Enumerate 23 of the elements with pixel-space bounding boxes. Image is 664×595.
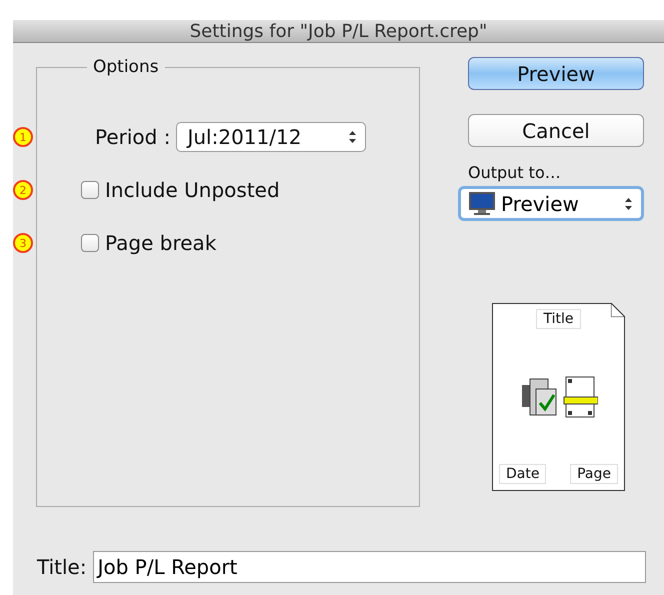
updown-arrows-icon xyxy=(624,196,633,210)
updown-arrows-icon xyxy=(348,130,358,144)
period-label: Period : xyxy=(95,124,170,148)
output-select[interactable]: Preview xyxy=(458,186,644,221)
checkbox[interactable] xyxy=(81,234,99,252)
cancel-button[interactable]: Cancel xyxy=(468,114,644,147)
number-marker: 1 xyxy=(13,127,33,147)
footer-page: Page xyxy=(570,464,618,484)
output-label: Output to… xyxy=(468,163,562,182)
preview-button[interactable]: Preview xyxy=(468,57,644,90)
title-label: Title: xyxy=(37,555,87,579)
title-input[interactable]: Job P/L Report xyxy=(92,551,646,583)
checkbox[interactable] xyxy=(81,180,99,198)
footer-date: Date xyxy=(499,464,546,484)
checkbox-label: Page break xyxy=(105,230,216,254)
window-title: Settings for "Job P/L Report.crep" xyxy=(13,20,664,43)
checkbox-label: Include Unposted xyxy=(105,178,280,202)
period-select[interactable]: Jul:2011/12 xyxy=(176,122,366,152)
number-marker: 2 xyxy=(13,180,33,200)
header-title: Title xyxy=(536,309,580,329)
monitor-icon xyxy=(469,192,495,216)
group-legend: Options xyxy=(87,57,165,77)
number-marker: 3 xyxy=(13,233,33,253)
